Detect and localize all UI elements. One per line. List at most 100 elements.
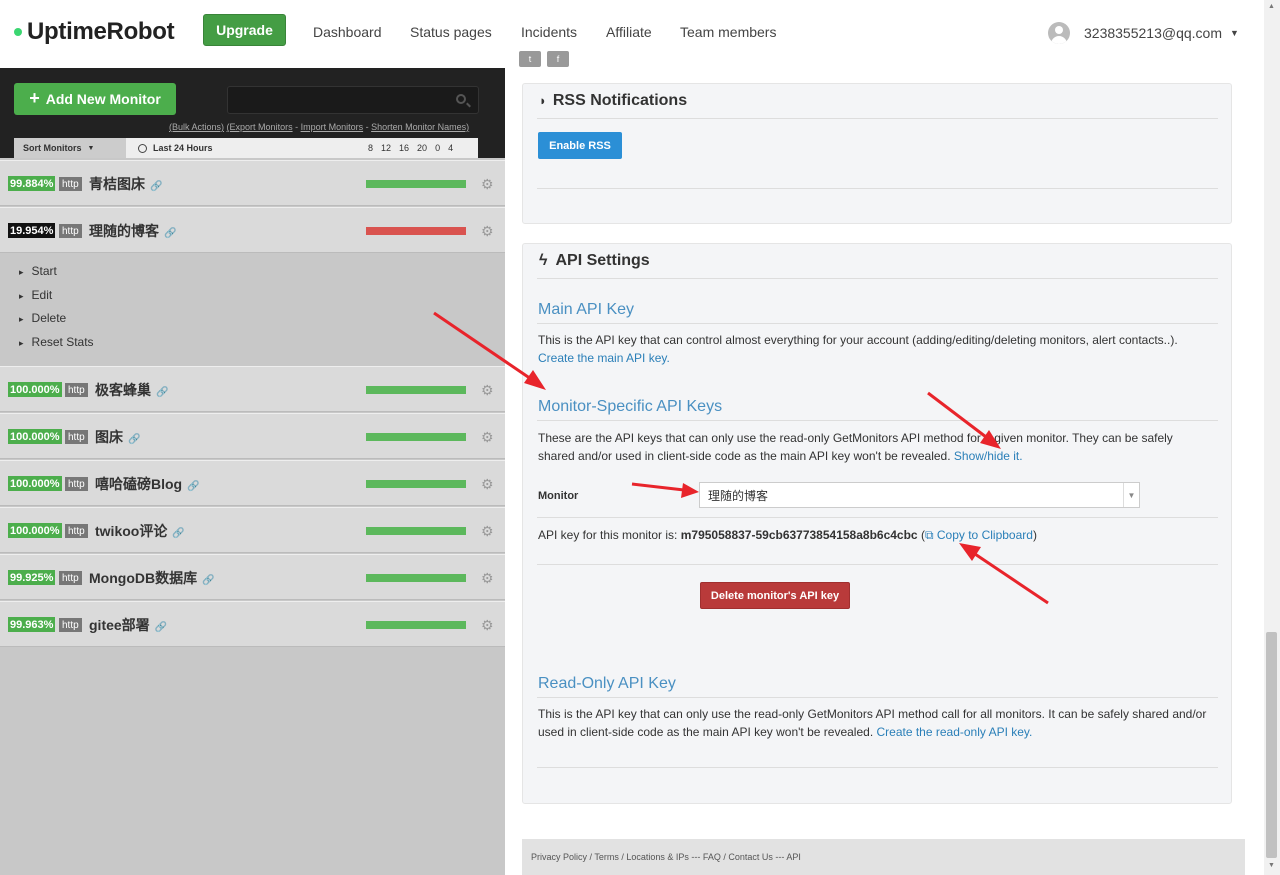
uptime-badge: 100.000%	[8, 476, 62, 491]
gear-icon[interactable]: ⚙	[481, 176, 494, 193]
monitor-row[interactable]: 99.925% http MongoDB数据库 🔗 ⚙	[0, 554, 505, 600]
bulk-actions-links: (Bulk Actions) (Export Monitors - Import…	[169, 122, 470, 132]
gear-icon[interactable]: ⚙	[481, 570, 494, 587]
add-new-monitor-button[interactable]: + Add New Monitor	[14, 83, 176, 115]
export-monitors-link[interactable]: (Export Monitors	[227, 122, 293, 132]
type-badge: http	[59, 177, 82, 191]
link-icon[interactable]: 🔗	[187, 481, 199, 492]
enable-rss-button[interactable]: Enable RSS	[538, 132, 622, 159]
monitor-name: MongoDB数据库	[89, 570, 198, 586]
read-only-api-key-heading: Read-Only API Key	[538, 675, 676, 692]
link-icon[interactable]: 🔗	[128, 434, 140, 445]
clock-icon	[138, 143, 147, 153]
scroll-up-icon[interactable]: ▲	[1268, 3, 1275, 10]
hour-ticks: 8 12 16 20 0 4	[368, 143, 454, 153]
facebook-icon[interactable]: f	[547, 51, 569, 67]
uptime-badge: 99.963%	[8, 617, 56, 632]
settings-content: ◗ RSS Notifications Enable RSS ϟ API Setti…	[505, 68, 1264, 875]
action-start[interactable]: Start	[19, 264, 57, 278]
monitor-row[interactable]: 100.000% http 图床 🔗 ⚙	[0, 413, 505, 459]
monitor-name: 极客蜂巢	[95, 382, 151, 398]
link-icon[interactable]: 🔗	[172, 528, 184, 539]
type-badge: http	[59, 618, 82, 632]
create-read-only-api-key-link[interactable]: Create the read-only API key.	[877, 725, 1033, 739]
copy-icon: ⧉	[924, 528, 934, 542]
create-main-api-key-link[interactable]: Create the main API key.	[538, 351, 670, 365]
monitor-row[interactable]: 19.954% http 理随的博客 🔗 ⚙	[0, 207, 505, 253]
nav-status-pages[interactable]: Status pages	[410, 24, 492, 40]
uptime-badge: 100.000%	[8, 523, 62, 538]
copy-to-clipboard-link[interactable]: Copy to Clipboard	[937, 528, 1033, 542]
api-settings-panel: ϟ API Settings Main API Key This is the A…	[522, 243, 1232, 804]
link-icon[interactable]: 🔗	[155, 622, 167, 633]
monitor-name: 理随的博客	[89, 223, 159, 239]
brand-logo[interactable]: UptimeRobot	[14, 18, 175, 46]
divider	[537, 278, 1218, 279]
show-hide-link[interactable]: Show/hide it.	[954, 449, 1023, 463]
action-edit[interactable]: Edit	[19, 288, 53, 302]
link-icon[interactable]: 🔗	[150, 181, 162, 192]
uptime-bar	[366, 621, 466, 629]
upgrade-button[interactable]: Upgrade	[203, 14, 286, 46]
uptime-bar	[366, 574, 466, 582]
brand-name: UptimeRobot	[27, 18, 175, 45]
footer: Privacy Policy / Terms / Locations & IPs…	[522, 839, 1245, 875]
sidebar-toolbar: + Add New Monitor (Bulk Actions) (Export …	[0, 68, 505, 158]
scrollbar[interactable]: ▲ ▼	[1264, 0, 1280, 875]
gear-icon[interactable]: ⚙	[481, 223, 494, 240]
rss-icon: ◗	[539, 93, 547, 108]
status-dot-icon	[14, 27, 22, 36]
divider	[537, 517, 1218, 518]
gear-icon[interactable]: ⚙	[481, 523, 494, 540]
link-icon[interactable]: 🔗	[164, 228, 176, 239]
bulk-actions-link[interactable]: (Bulk Actions)	[169, 122, 224, 132]
monitor-name: twikoo评论	[95, 523, 168, 539]
gear-icon[interactable]: ⚙	[481, 429, 494, 446]
divider	[537, 188, 1218, 189]
caret-down-icon: ▼	[87, 144, 95, 152]
nav-affiliate[interactable]: Affiliate	[606, 24, 652, 40]
shorten-monitor-names-link[interactable]: Shorten Monitor Names)	[371, 122, 469, 132]
gear-icon[interactable]: ⚙	[481, 382, 494, 399]
divider	[537, 697, 1218, 698]
type-badge: http	[59, 224, 82, 238]
scroll-down-icon[interactable]: ▼	[1268, 862, 1275, 869]
uptime-bar	[366, 433, 466, 441]
import-monitors-link[interactable]: Import Monitors	[301, 122, 364, 132]
sort-monitors-button[interactable]: Sort Monitors ▼	[14, 138, 126, 158]
nav-team-members[interactable]: Team members	[680, 24, 776, 40]
main-api-key-text: This is the API key that can control alm…	[538, 333, 1178, 365]
monitor-search-input[interactable]	[227, 86, 479, 114]
avatar-icon	[1048, 22, 1070, 44]
gear-icon[interactable]: ⚙	[481, 617, 494, 634]
action-reset-stats[interactable]: Reset Stats	[19, 335, 94, 349]
type-badge: http	[65, 477, 88, 491]
gear-icon[interactable]: ⚙	[481, 476, 494, 493]
link-icon[interactable]: 🔗	[156, 387, 168, 398]
bolt-icon: ϟ	[539, 252, 548, 269]
action-delete[interactable]: Delete	[19, 311, 67, 325]
monitor-actions-menu: Start Edit Delete Reset Stats	[0, 253, 505, 363]
link-icon[interactable]: 🔗	[202, 575, 214, 586]
divider	[537, 564, 1218, 565]
divider	[537, 118, 1218, 119]
type-badge: http	[65, 383, 88, 397]
twitter-icon[interactable]: t	[519, 51, 541, 67]
monitor-api-key-line: API key for this monitor is: m795058837-…	[538, 528, 1037, 542]
monitor-row[interactable]: 99.963% http gitee部署 🔗 ⚙	[0, 601, 505, 647]
nav-dashboard[interactable]: Dashboard	[313, 24, 382, 40]
uptime-badge: 99.884%	[8, 176, 56, 191]
nav-incidents[interactable]: Incidents	[521, 24, 577, 40]
monitor-row[interactable]: 100.000% http twikoo评论 🔗 ⚙	[0, 507, 505, 553]
monitor-api-keys-heading: Monitor-Specific API Keys	[538, 398, 723, 415]
monitor-select[interactable]: 理随的博客 ▼	[699, 482, 1140, 508]
search-icon	[456, 94, 466, 104]
user-menu[interactable]: 3238355213@qq.com ▼	[1048, 22, 1239, 44]
delete-monitor-api-key-button[interactable]: Delete monitor's API key	[700, 582, 850, 609]
scrollbar-thumb[interactable]	[1266, 632, 1277, 858]
monitor-row[interactable]: 99.884% http 青桔图床 🔗 ⚙	[0, 160, 505, 206]
plus-icon: +	[29, 87, 40, 108]
monitor-row[interactable]: 100.000% http 极客蜂巢 🔗 ⚙	[0, 366, 505, 412]
monitor-row[interactable]: 100.000% http 嘻哈磕磅Blog 🔗 ⚙	[0, 460, 505, 506]
monitor-name: 嘻哈磕磅Blog	[95, 476, 183, 492]
